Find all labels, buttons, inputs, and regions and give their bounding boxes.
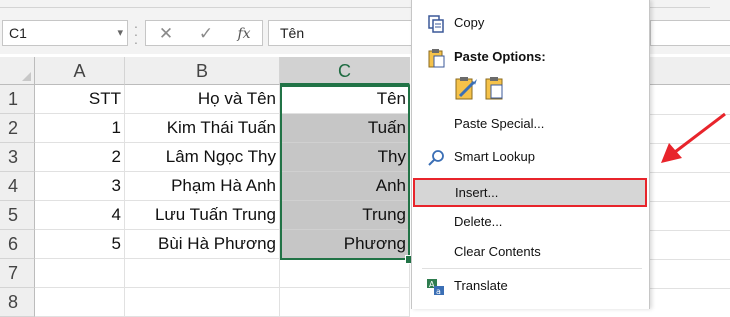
menu-item-paste-special[interactable]: Paste Special...	[412, 110, 649, 138]
cell-c1[interactable]: Tên	[280, 85, 410, 114]
gridline	[649, 230, 730, 231]
row-header[interactable]: 2	[0, 114, 35, 143]
gridline	[649, 172, 730, 173]
menu-item-label: Clear Contents	[454, 244, 541, 259]
cell-c3[interactable]: Thy	[280, 143, 410, 172]
cell-c7[interactable]	[280, 259, 410, 288]
menu-item-label: Insert...	[455, 185, 499, 200]
cell-a7[interactable]	[35, 259, 125, 288]
gridline	[649, 259, 730, 260]
cell-b4[interactable]: Phạm Hà Anh	[125, 172, 280, 201]
svg-text:a: a	[436, 287, 441, 296]
cell-a8[interactable]	[35, 288, 125, 317]
cell-a4[interactable]: 3	[35, 172, 125, 201]
menu-item-translate[interactable]: A a Translate	[412, 272, 649, 300]
row-header[interactable]: 3	[0, 143, 35, 172]
row-header[interactable]: 1	[0, 85, 35, 114]
menu-item-label: Paste Options:	[454, 49, 546, 64]
cell-c8[interactable]	[280, 288, 410, 317]
cell-b2[interactable]: Kim Thái Tuấn	[125, 114, 280, 143]
menu-item-clear-contents[interactable]: Clear Contents	[412, 238, 649, 266]
context-menu: Copy Paste Options: Paste Special... Sma…	[411, 0, 650, 309]
cancel-icon[interactable]: ✕	[156, 24, 176, 44]
menu-item-label: Paste Special...	[454, 116, 545, 131]
clipboard-icon	[428, 49, 445, 68]
paste-option-buttons	[454, 74, 534, 104]
column-header-c[interactable]: C	[280, 57, 410, 85]
window-control[interactable]	[710, 0, 730, 8]
menu-item-insert[interactable]: Insert...	[413, 178, 647, 207]
cell-a6[interactable]: 5	[35, 230, 125, 259]
cell-c2[interactable]: Tuấn	[280, 114, 410, 143]
menu-item-label: Smart Lookup	[454, 149, 535, 164]
formula-buttons: ✕ ✓ fx	[145, 20, 263, 46]
cell-c6[interactable]: Phương	[280, 230, 410, 259]
menu-item-smart-lookup[interactable]: Smart Lookup	[412, 143, 649, 171]
row-header[interactable]: 4	[0, 172, 35, 201]
cell-b5[interactable]: Lưu Tuấn Trung	[125, 201, 280, 230]
annotation-arrow-icon	[661, 112, 726, 163]
select-all-corner[interactable]	[0, 57, 35, 85]
column-header-b[interactable]: B	[125, 57, 280, 85]
paste-formatting-icon[interactable]	[454, 76, 478, 102]
name-box-value: C1	[9, 25, 27, 41]
copy-icon	[428, 15, 444, 33]
row-header[interactable]: 8	[0, 288, 35, 317]
cell-b7[interactable]	[125, 259, 280, 288]
enter-check-icon[interactable]: ✓	[196, 24, 216, 44]
drag-handle-icon[interactable]: · · ·	[132, 19, 140, 49]
cell-a1[interactable]: STT	[35, 85, 125, 114]
menu-item-copy[interactable]: Copy	[412, 9, 649, 37]
cell-b1[interactable]: Họ và Tên	[125, 85, 280, 114]
menu-item-label: Copy	[454, 15, 485, 30]
cell-a3[interactable]: 2	[35, 143, 125, 172]
translate-icon: A a	[427, 279, 444, 296]
cell-b6[interactable]: Bùi Hà Phương	[125, 230, 280, 259]
menu-item-delete[interactable]: Delete...	[412, 208, 649, 236]
paste-options-header: Paste Options:	[412, 43, 649, 71]
cell-c4[interactable]: Anh	[280, 172, 410, 201]
gridline	[649, 201, 730, 202]
menu-separator	[422, 268, 642, 269]
name-box[interactable]: C1 ▾	[2, 20, 128, 46]
row-header[interactable]: 6	[0, 230, 35, 259]
cell-b3[interactable]: Lâm Ngọc Thy	[125, 143, 280, 172]
column-header-right[interactable]	[649, 57, 730, 85]
search-icon	[428, 150, 444, 166]
cell-b8[interactable]	[125, 288, 280, 317]
column-header-a[interactable]: A	[35, 57, 125, 85]
menu-item-label: Translate	[454, 278, 508, 293]
insert-function-icon[interactable]: fx	[234, 24, 254, 44]
gridline	[649, 288, 730, 289]
row-header[interactable]: 7	[0, 259, 35, 288]
cell-c5[interactable]: Trung	[280, 201, 410, 230]
cell-a2[interactable]: 1	[35, 114, 125, 143]
row-header[interactable]: 5	[0, 201, 35, 230]
cell-a5[interactable]: 4	[35, 201, 125, 230]
chevron-down-icon[interactable]: ▾	[117, 21, 123, 45]
menu-item-label: Delete...	[454, 214, 503, 229]
paste-values-icon[interactable]	[484, 76, 506, 102]
